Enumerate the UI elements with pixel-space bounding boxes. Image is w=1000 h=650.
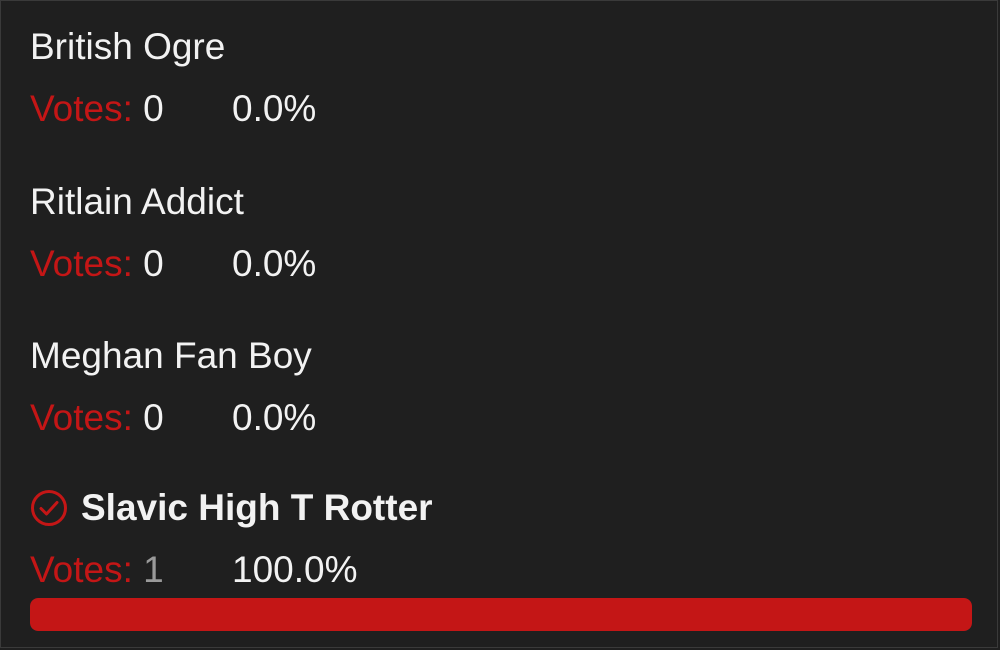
votes-row: Votes: 0 0.0% (30, 243, 316, 284)
option-name: Ritlain Addict (30, 181, 244, 222)
option-name: British Ogre (30, 26, 226, 67)
votes-label: Votes: (30, 88, 133, 129)
votes-percent: 0.0% (232, 243, 317, 284)
votes-label: Votes: (30, 549, 133, 590)
poll-option-selected[interactable]: Slavic High T Rotter Votes: 1 100.0% (30, 488, 972, 590)
votes-count: 0 (143, 397, 164, 438)
votes-row: Votes: 0 0.0% (30, 88, 316, 129)
votes-percent: 0.0% (232, 397, 317, 438)
poll-option[interactable]: Ritlain Addict Votes: 0 0.0% (30, 181, 972, 284)
vote-progress-fill (30, 598, 972, 631)
check-circle-icon (30, 489, 68, 527)
votes-percent: 0.0% (232, 88, 317, 129)
votes-count: 0 (143, 88, 164, 129)
poll-option[interactable]: Meghan Fan Boy Votes: 0 0.0% (30, 335, 972, 438)
poll-option[interactable]: British Ogre Votes: 0 0.0% (30, 26, 972, 129)
option-name-row: Slavic High T Rotter (30, 488, 972, 528)
votes-count: 1 (143, 549, 164, 590)
votes-label: Votes: (30, 243, 133, 284)
votes-percent: 100.0% (232, 549, 358, 590)
option-name: Meghan Fan Boy (30, 335, 312, 376)
votes-count: 0 (143, 243, 164, 284)
votes-row: Votes: 0 0.0% (30, 397, 316, 438)
votes-label: Votes: (30, 397, 133, 438)
option-name: Slavic High T Rotter (81, 487, 433, 528)
vote-progress-bar (30, 598, 972, 631)
votes-row: Votes: 1 100.0% (30, 549, 358, 590)
